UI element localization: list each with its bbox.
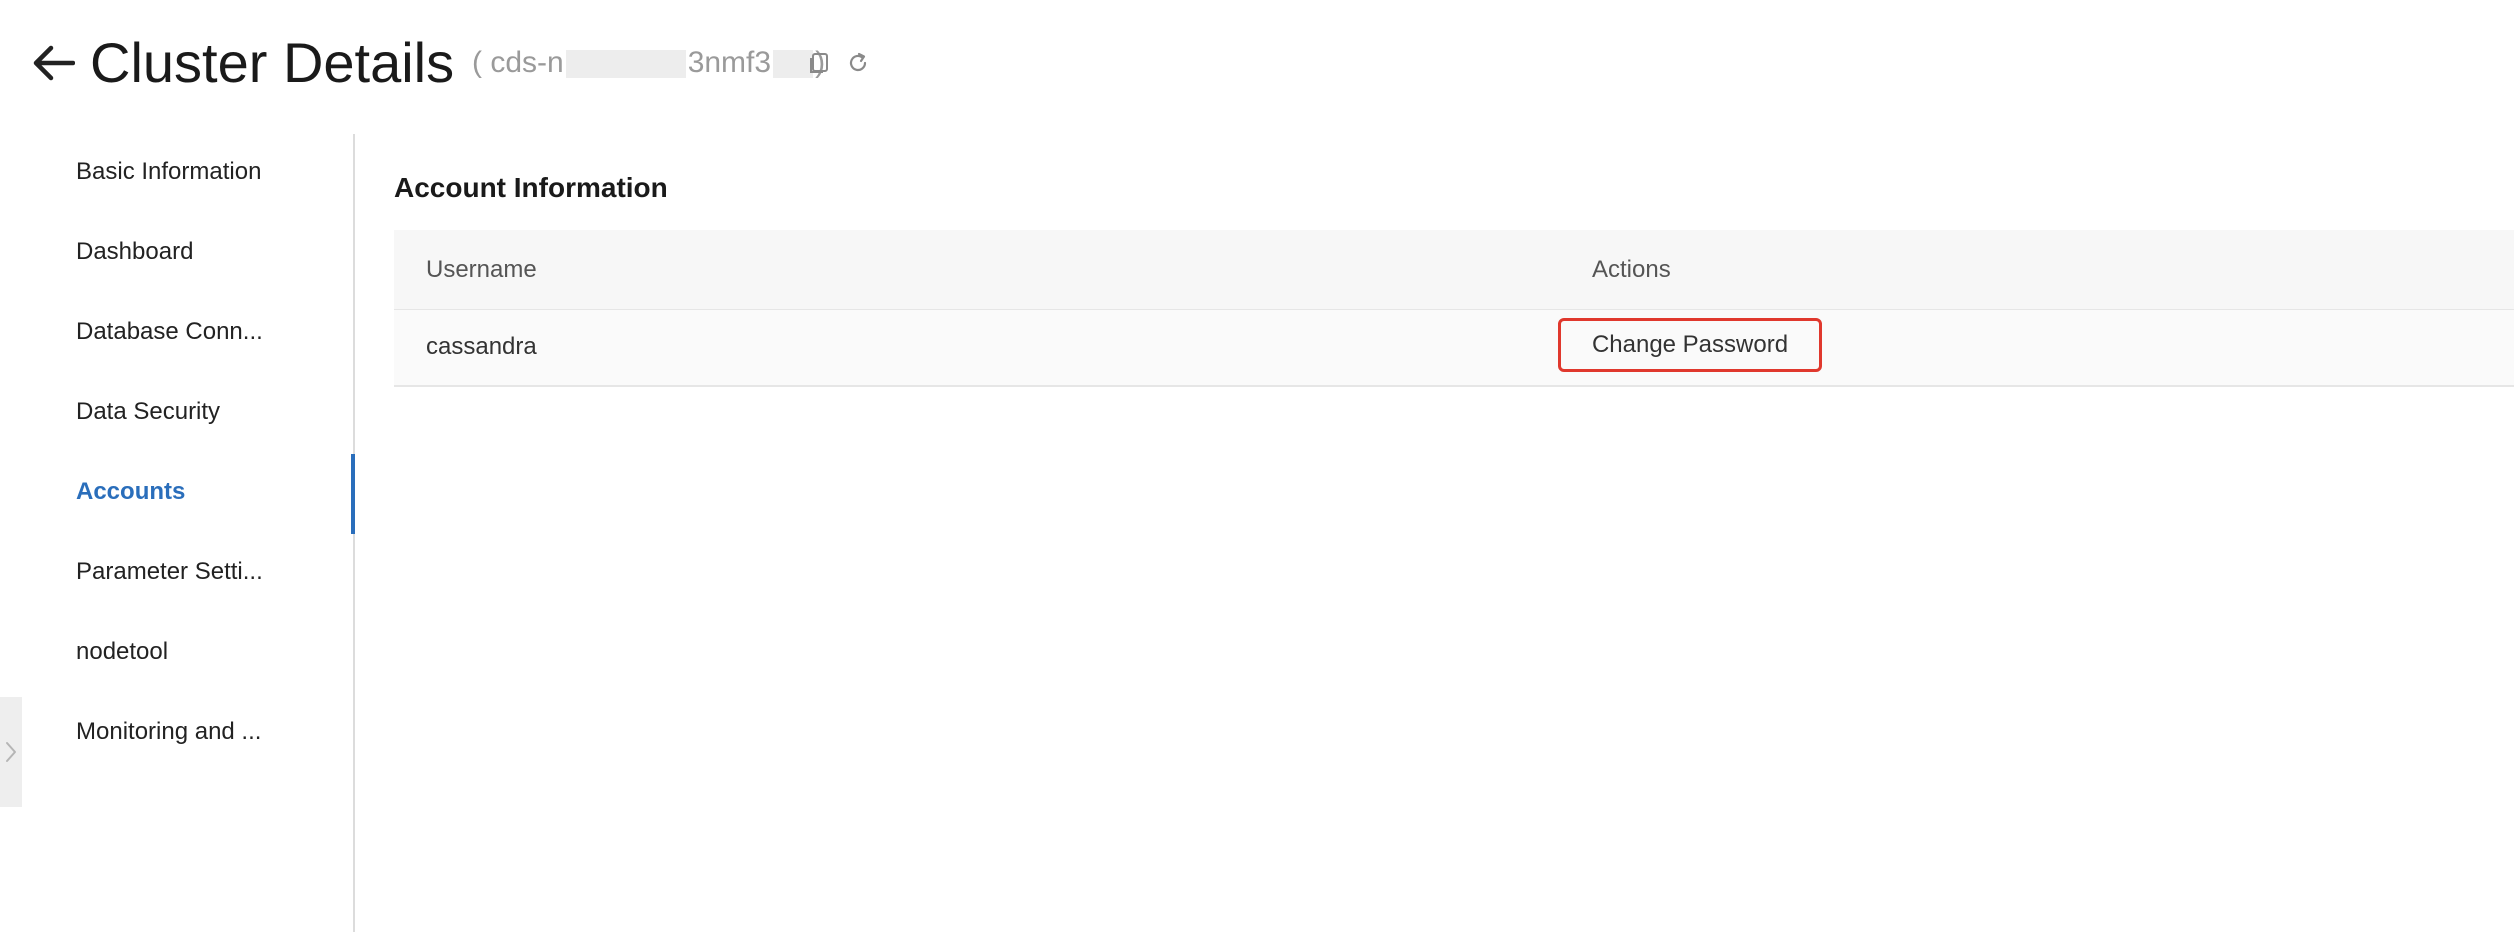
sidebar-item-label: Basic Information — [76, 158, 262, 185]
refresh-button[interactable] — [843, 48, 873, 78]
column-header-username: Username — [426, 256, 537, 283]
cluster-id-middle: 3nmf3 — [687, 46, 772, 79]
sidebar-item-parameter-settings[interactable]: Parameter Setti... — [0, 534, 353, 614]
sidebar-collapse-handle[interactable] — [0, 697, 22, 807]
column-header-actions: Actions — [1592, 256, 1671, 283]
sidebar-item-basic-information[interactable]: Basic Information — [0, 134, 353, 214]
copy-button[interactable] — [804, 48, 834, 78]
back-button[interactable] — [30, 40, 76, 86]
sidebar-item-label: Data Security — [76, 398, 221, 425]
main-content: Account Information Username Actions cas… — [394, 134, 2514, 932]
arrow-left-icon — [33, 45, 75, 81]
sidebar-item-label: nodetool — [76, 638, 169, 665]
sidebar-nav: Basic Information Dashboard Database Con… — [0, 134, 355, 932]
copy-icon — [810, 53, 828, 73]
sidebar-item-label: Accounts — [76, 478, 186, 505]
sidebar-item-dashboard[interactable]: Dashboard — [0, 214, 353, 294]
section-title: Account Information — [394, 172, 668, 203]
sidebar-item-monitoring[interactable]: Monitoring and ... — [0, 694, 353, 774]
sidebar-item-nodetool[interactable]: nodetool — [0, 614, 353, 694]
change-password-button[interactable]: Change Password — [1558, 318, 1822, 372]
sidebar-item-accounts[interactable]: Accounts — [0, 454, 355, 534]
page-title: Cluster Details — [90, 31, 455, 94]
accounts-table: Username Actions cassandra Change Passwo… — [394, 230, 2514, 387]
cluster-id-prefix: ( cds-n — [472, 46, 564, 79]
sidebar-item-label: Monitoring and ... — [76, 718, 262, 745]
username-cell: cassandra — [426, 333, 537, 360]
sidebar-item-label: Database Conn... — [76, 318, 263, 345]
table-header: Username Actions — [394, 230, 2514, 310]
sidebar-item-database-connection[interactable]: Database Conn... — [0, 294, 353, 374]
refresh-icon — [849, 52, 867, 72]
table-row: cassandra Change Password — [394, 310, 2514, 387]
sidebar-item-label: Dashboard — [76, 238, 194, 265]
sidebar-item-label: Parameter Setti... — [76, 558, 263, 585]
cluster-id: ( cds-n 3nmf3) — [472, 45, 825, 81]
page-header: Cluster Details ( cds-n 3nmf3) — [0, 0, 2514, 130]
chevron-right-icon — [6, 742, 16, 762]
sidebar-item-data-security[interactable]: Data Security — [0, 374, 353, 454]
redaction-mask — [565, 50, 686, 79]
